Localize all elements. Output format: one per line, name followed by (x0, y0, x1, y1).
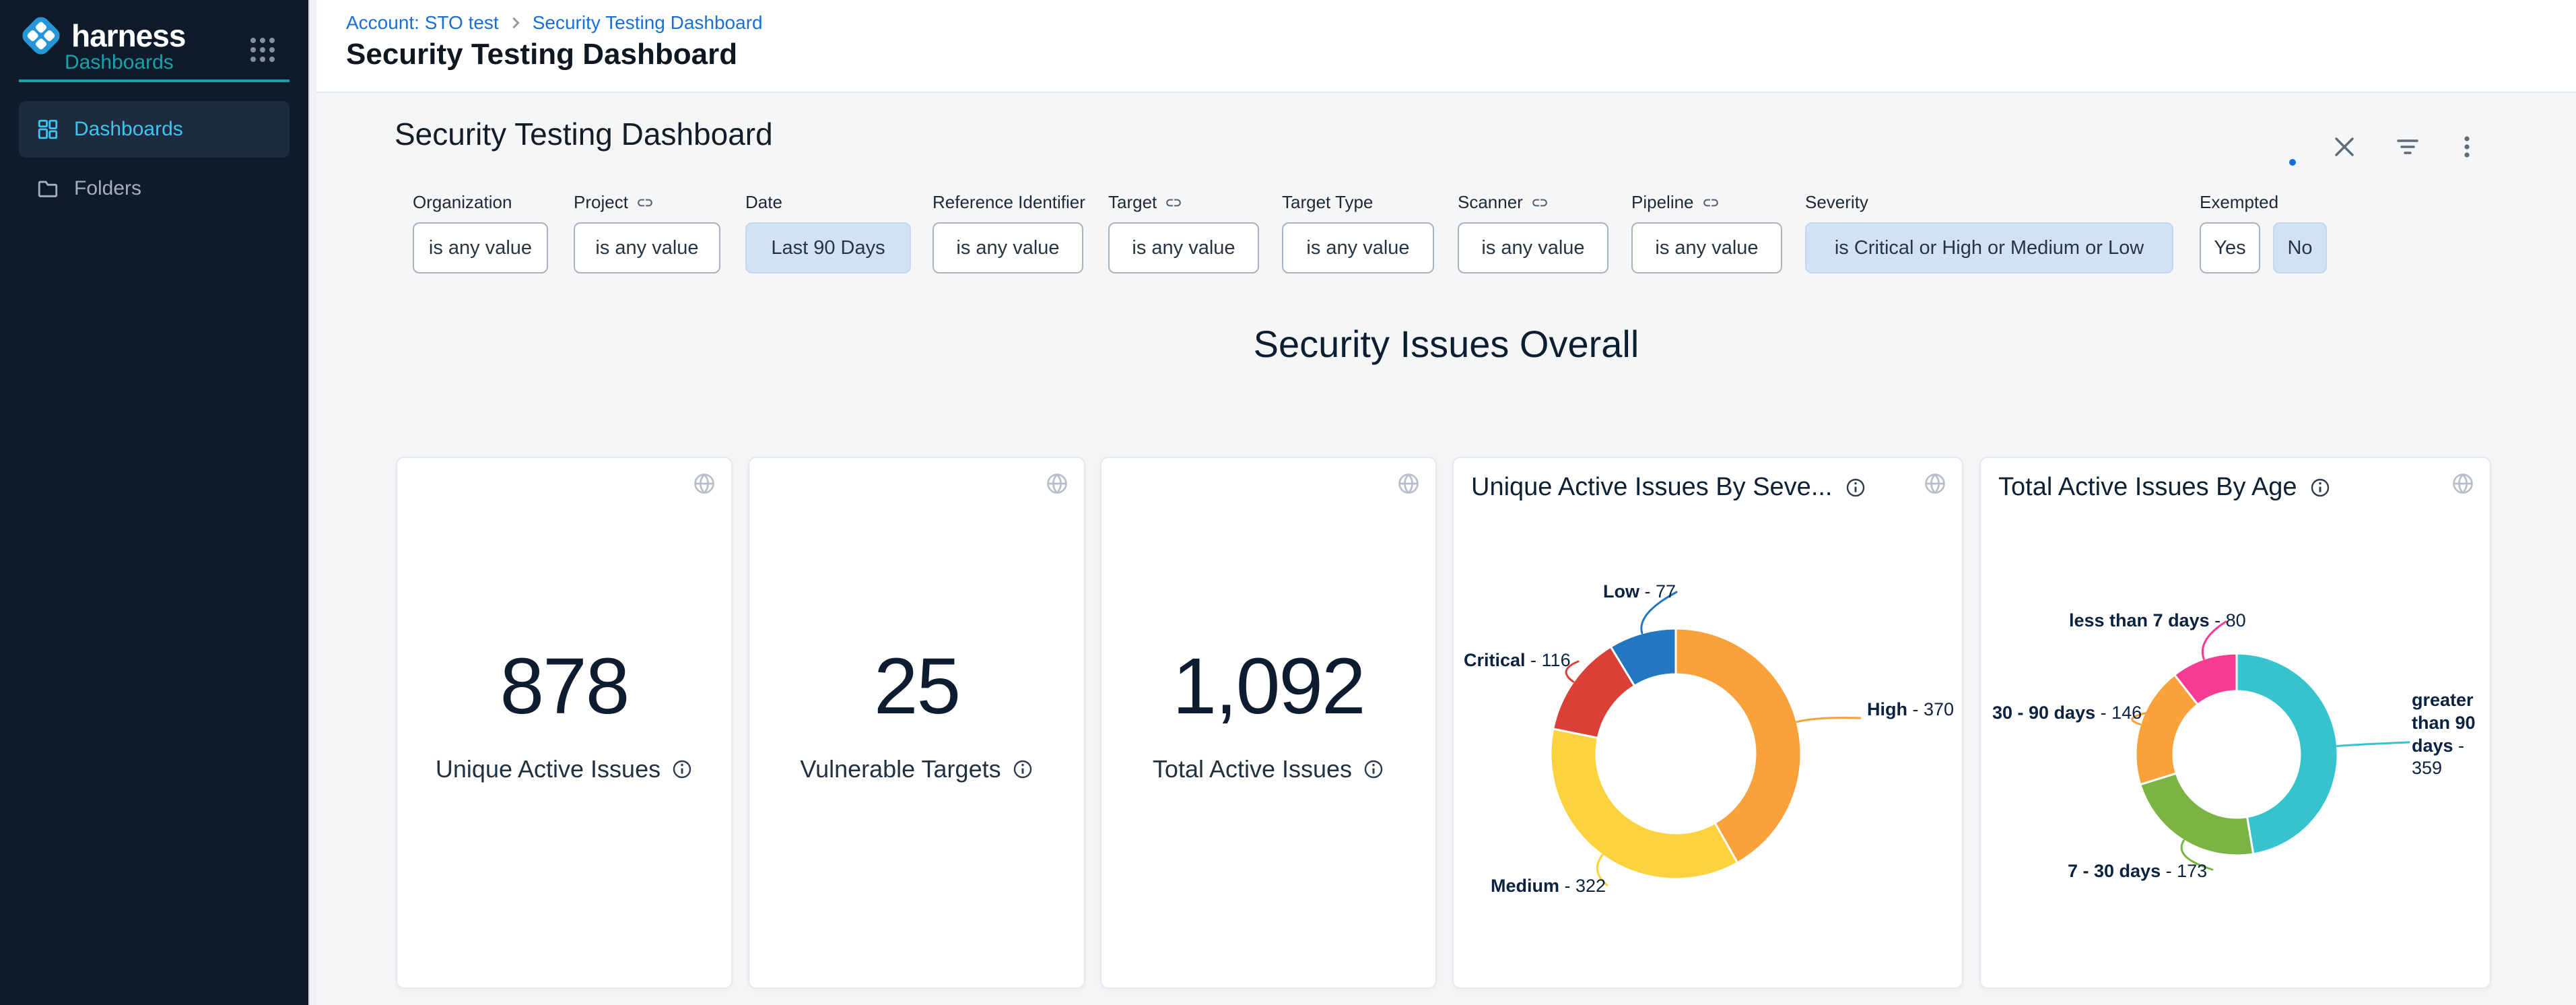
dashboards-icon (36, 118, 59, 141)
link-icon (1165, 194, 1182, 212)
pie-slice-greater-than-90-days[interactable] (2237, 653, 2338, 854)
filter-field-project[interactable]: is any value (574, 222, 720, 273)
module-name: Dashboards (65, 51, 174, 74)
breadcrumb-account-link[interactable]: Account: STO test (346, 12, 499, 34)
filter-label-organization: Organization (413, 192, 512, 213)
sidebar-item-label: Dashboards (74, 118, 183, 141)
filter-field-date[interactable]: Last 90 Days (745, 222, 911, 273)
exempted-no-button[interactable]: No (2273, 222, 2327, 273)
pie-label-high: High - 370 (1867, 699, 1954, 721)
chart-card-issues-by-age: Total Active Issues By Age greater than … (1979, 457, 2491, 989)
filter-label-exempted: Exempted (2200, 192, 2278, 213)
stat-value: 1,092 (1172, 641, 1364, 732)
pie-label-7---30-days: 7 - 30 days - 173 (2068, 860, 2207, 883)
pie-slice-medium[interactable] (1551, 729, 1738, 879)
stat-label: Unique Active Issues (436, 755, 660, 783)
info-icon[interactable] (1363, 758, 1384, 780)
link-icon (636, 194, 654, 212)
stat-card-total-active-issues: 1,092 Total Active Issues (1100, 457, 1437, 989)
filter-label-severity: Severity (1805, 192, 1868, 213)
sidebar: harness Dashboards Dashboards Fold (0, 0, 308, 1005)
stat-value: 25 (874, 641, 959, 732)
filter-field-reference-identifier[interactable]: is any value (933, 222, 1083, 273)
filter-field-pipeline[interactable]: is any value (1631, 222, 1782, 273)
filter-label-project: Project (574, 192, 654, 213)
close-icon[interactable] (2331, 133, 2358, 160)
pie-label-greater-than-90-days: greater than 90 days - 359 (2412, 689, 2494, 780)
pie-slice-high[interactable] (1676, 628, 1801, 863)
info-icon[interactable] (1012, 758, 1033, 780)
harness-logo-icon (20, 15, 62, 57)
pie-leader-line (2337, 742, 2409, 746)
pie-label-less-than-7-days: less than 7 days - 80 (2069, 610, 2246, 633)
exempted-yes-button[interactable]: Yes (2200, 222, 2260, 273)
link-icon (1531, 194, 1549, 212)
logo-wordmark: harness (71, 18, 185, 54)
sidebar-item-dashboards[interactable]: Dashboards (19, 101, 290, 158)
info-icon[interactable] (671, 758, 693, 780)
filter-label-target: Target (1108, 192, 1182, 213)
stat-label: Vulnerable Targets (800, 755, 1001, 783)
filter-label-reference-identifier: Reference Identifier (933, 192, 1085, 213)
pie-leader-line (1797, 718, 1860, 722)
stat-card-vulnerable-targets: 25 Vulnerable Targets (748, 457, 1085, 989)
breadcrumb: Account: STO test Security Testing Dashb… (346, 12, 763, 34)
pie-slice-7---30-days[interactable] (2140, 773, 2253, 855)
filter-label-date: Date (745, 192, 782, 213)
filter-field-target[interactable]: is any value (1108, 222, 1259, 273)
kebab-menu-icon[interactable] (2453, 133, 2480, 160)
pie-label-critical: Critical - 116 (1464, 649, 1571, 672)
top-header: Account: STO test Security Testing Dashb… (316, 0, 2576, 93)
stat-card-unique-active-issues: 878 Unique Active Issues (396, 457, 733, 989)
security-testing-dashboard-app: harness Dashboards Dashboards Fold (0, 0, 2576, 1005)
page-title: Security Testing Dashboard (346, 38, 737, 71)
filter-label-pipeline: Pipeline (1631, 192, 1720, 213)
sidebar-scroll-strip[interactable] (308, 0, 316, 1005)
stat-value: 878 (500, 641, 629, 732)
app-grid-icon[interactable] (248, 35, 277, 65)
pie-label-low: Low - 77 (1603, 581, 1676, 604)
chart-card-issues-by-severity: Unique Active Issues By Seve... High - 3… (1452, 457, 1963, 989)
sidebar-item-label: Folders (74, 177, 141, 200)
sidebar-accent-rule (19, 79, 290, 82)
dashboard-panel-title: Security Testing Dashboard (395, 116, 773, 152)
filter-field-organization[interactable]: is any value (413, 222, 548, 273)
section-title: Security Issues Overall (316, 322, 2576, 366)
link-icon (1702, 194, 1720, 212)
cursor-dot (2289, 159, 2296, 166)
breadcrumb-chevron-icon (510, 15, 522, 31)
filter-icon[interactable] (2394, 133, 2421, 160)
pie-label-30---90-days: 30 - 90 days - 146 (1992, 702, 2142, 725)
stat-label: Total Active Issues (1153, 755, 1352, 783)
filter-field-scanner[interactable]: is any value (1458, 222, 1608, 273)
filter-field-severity[interactable]: is Critical or High or Medium or Low (1805, 222, 2173, 273)
filter-label-target-type: Target Type (1282, 192, 1373, 213)
filter-label-scanner: Scanner (1458, 192, 1549, 213)
breadcrumb-page-link[interactable]: Security Testing Dashboard (533, 12, 763, 34)
pie-label-medium: Medium - 322 (1491, 875, 1606, 898)
sidebar-item-folders[interactable]: Folders (19, 167, 290, 210)
folder-icon (36, 177, 59, 200)
filter-field-target-type[interactable]: is any value (1282, 222, 1434, 273)
harness-logo: harness (20, 15, 185, 57)
severity-donut-chart (1454, 458, 1962, 987)
